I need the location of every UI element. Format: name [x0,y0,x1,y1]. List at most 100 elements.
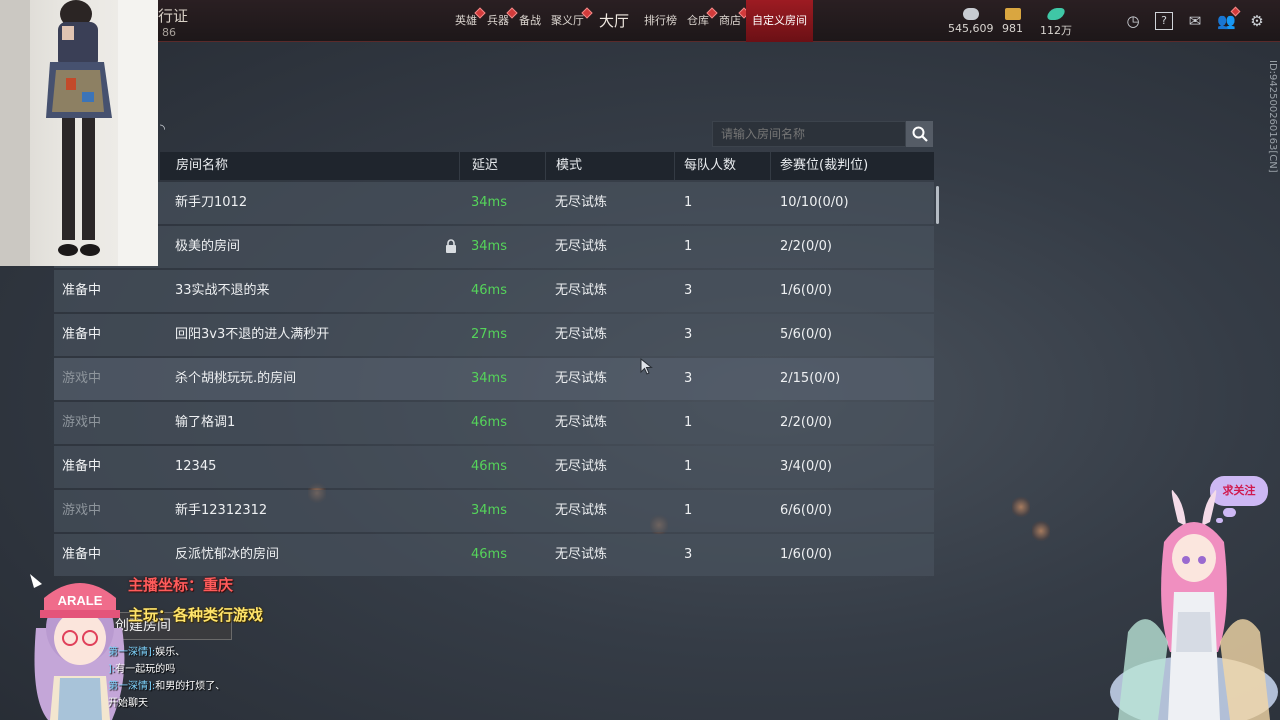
room-slots: 1/6(0/0) [780,283,832,298]
room-team-size: 1 [684,503,693,518]
currency-silver[interactable]: 545,609 [948,8,994,35]
nav-storage[interactable]: 仓库 [682,0,718,42]
vtuber-avatar-right [1110,490,1278,720]
room-team-size: 3 [684,547,693,562]
room-slots: 1/6(0/0) [780,547,832,562]
nav-weapons[interactable]: 兵器 [482,0,518,42]
chat-message: 第一深情]:和男的打烦了、 [108,681,226,692]
nav-lobby[interactable]: 大厅 [589,0,639,42]
chat-message: ]:有一起玩的吗 [108,664,176,675]
room-row[interactable]: 游戏中 输了格调1 46ms 无尽试炼 1 2/2(0/0) [54,402,934,444]
room-row[interactable]: 准备中 12345 46ms 无尽试炼 1 3/4(0/0) [54,446,934,488]
notification-dot-icon [1230,6,1241,17]
room-row[interactable]: 游戏中 新手12312312 34ms 无尽试炼 1 6/6(0/0) [54,490,934,532]
column-room-name[interactable]: 房间名称 [160,152,460,180]
room-team-size: 1 [684,239,693,254]
room-team-size: 1 [684,459,693,474]
room-status: 游戏中 [62,503,102,518]
stream-chat: 第一深情]:娱乐、 ]:有一起玩的吗 第一深情]:和男的打烦了、 开始聊天 [108,644,225,712]
room-status: 准备中 [62,283,102,298]
column-mode[interactable]: 模式 [546,152,675,180]
lantern-decoration [1032,520,1050,542]
room-list-scrollbar[interactable] [936,186,939,224]
room-team-size: 1 [684,195,693,210]
settings-icon[interactable]: ⚙ [1248,12,1266,30]
currency-gold[interactable]: 981 [1002,8,1023,35]
room-ping: 46ms [471,547,507,562]
hat-logo-text: ARALE [58,593,103,608]
nav-shop[interactable]: 商店 [714,0,750,42]
streamer-figure-image [0,0,158,266]
player-id: ID:94250026016​3[CN] [1267,60,1278,173]
streamer-webcam [0,0,158,266]
nav-leaderboard[interactable]: 排行榜 [639,0,682,42]
room-ping: 46ms [471,283,507,298]
room-name: 新手刀1012 [175,195,248,210]
top-icon-bar: ◷ ? ✉ 👥 ⚙ [1124,6,1266,30]
room-name: 新手12312312 [175,503,268,518]
room-team-size: 3 [684,327,693,342]
room-slots: 6/6(0/0) [780,503,832,518]
room-mode: 无尽试炼 [555,239,608,254]
lock-icon [445,239,457,255]
room-name: 12345 [175,459,217,474]
column-team-size[interactable]: 每队人数 [675,152,771,180]
currency-feather[interactable]: 112万 [1040,8,1072,38]
room-mode: 无尽试炼 [555,503,608,518]
search-icon [912,126,928,142]
room-slots: 2/2(0/0) [780,239,832,254]
room-mode: 无尽试炼 [555,327,608,342]
top-bar: 行证 86 英雄 兵器 备战 聚义厅 大厅 排行榜 仓库 商店 自定义房间 54… [0,0,1280,42]
mouse-cursor-icon [640,358,653,375]
room-name: 回阳3v3不退的进人满秒开 [175,327,330,342]
mail-icon[interactable]: ✉ [1186,12,1204,30]
feather-icon [1045,8,1067,20]
search-input[interactable] [712,121,906,147]
column-latency[interactable]: 延迟 [460,152,546,180]
nav-prepare[interactable]: 备战 [514,0,546,42]
help-icon[interactable]: ? [1155,12,1173,30]
room-name: 杀个胡桃玩玩.的房间 [175,371,297,386]
nav-custom-room[interactable]: 自定义房间 [746,0,814,42]
room-slots: 3/4(0/0) [780,459,832,474]
room-row[interactable]: 准备中 33实战不退的来 46ms 无尽试炼 3 1/6(0/0) [54,270,934,312]
room-status: 游戏中 [62,415,102,430]
timer-icon[interactable]: ◷ [1124,12,1142,30]
room-ping: 34ms [471,503,507,518]
friends-icon[interactable]: 👥 [1217,6,1241,30]
nav-heroes[interactable]: 英雄 [450,0,486,42]
room-table-header: 房间名称 延迟 模式 每队人数 参赛位(裁判位) [160,152,934,180]
room-list: 新手刀1012 34ms 无尽试炼 1 10/10(0/0) 极美的房间 34m… [54,182,934,578]
room-status: 准备中 [62,459,102,474]
search-button[interactable] [906,121,933,147]
room-slots: 2/2(0/0) [780,415,832,430]
room-row[interactable]: 准备中 回阳3v3不退的进人满秒开 27ms 无尽试炼 3 5/6(0/0) [54,314,934,356]
room-ping: 34ms [471,239,507,254]
gold-ticket-icon [1004,8,1021,20]
room-slots: 2/15(0/0) [780,371,841,386]
room-ping: 46ms [471,459,507,474]
room-name: 33实战不退的来 [175,283,270,298]
room-ping: 34ms [471,195,507,210]
refresh-icon[interactable]: ◝ [160,122,165,137]
room-name: 输了格调1 [175,415,236,430]
column-slots[interactable]: 参赛位(裁判位) [771,152,934,180]
room-row[interactable]: 极美的房间 34ms 无尽试炼 1 2/2(0/0) [54,226,934,268]
room-team-size: 1 [684,415,693,430]
coin-stack-icon [962,8,979,20]
room-row[interactable]: 准备中 反派忧郁冰的房间 46ms 无尽试炼 3 1/6(0/0) [54,534,934,576]
battle-pass-title[interactable]: 行证 [158,5,188,26]
battle-pass-level: 86 [162,26,176,39]
lantern-decoration [1012,496,1030,518]
room-team-size: 3 [684,371,693,386]
room-status: 准备中 [62,327,102,342]
streamer-main-games: 主玩：各种类行游戏 [128,606,264,624]
chat-message: 第一深情]:娱乐、 [108,647,186,658]
main-nav: 英雄 兵器 备战 聚义厅 大厅 排行榜 仓库 商店 自定义房间 [450,0,814,42]
room-mode: 无尽试炼 [555,371,608,386]
room-slots: 5/6(0/0) [780,327,832,342]
room-row[interactable]: 新手刀1012 34ms 无尽试炼 1 10/10(0/0) [54,182,934,224]
room-row[interactable]: 游戏中 杀个胡桃玩玩.的房间 34ms 无尽试炼 3 2/15(0/0) [54,358,934,400]
nav-guild-hall[interactable]: 聚义厅 [546,0,593,42]
room-mode: 无尽试炼 [555,195,608,210]
